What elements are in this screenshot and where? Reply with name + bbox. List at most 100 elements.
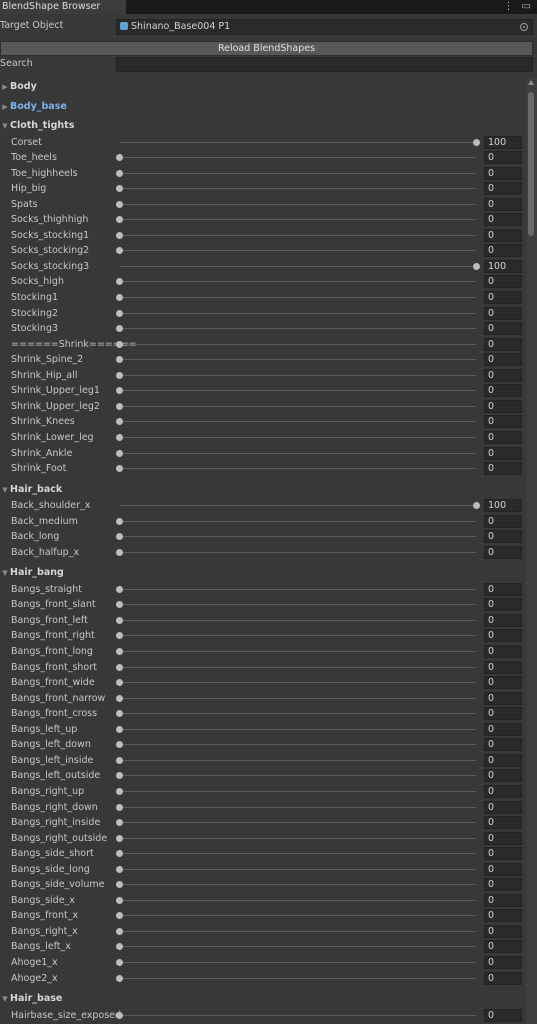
slider-track[interactable] — [120, 265, 476, 267]
caret-right-icon[interactable]: ▶ — [0, 80, 10, 95]
slider-track[interactable] — [120, 505, 476, 507]
slider-knob[interactable] — [116, 371, 123, 379]
slider-knob[interactable] — [116, 402, 123, 410]
slider-track[interactable] — [120, 536, 476, 538]
value-field[interactable]: 100 — [484, 135, 522, 149]
slider-track[interactable] — [120, 759, 476, 761]
window-tab[interactable]: BlendShape Browser — [0, 0, 126, 14]
scroll-up-icon[interactable] — [528, 80, 534, 85]
value-field[interactable]: 0 — [484, 816, 522, 830]
value-field[interactable]: 0 — [484, 151, 522, 165]
value-field[interactable]: 0 — [484, 384, 522, 398]
slider-track[interactable] — [120, 697, 476, 699]
slider-knob[interactable] — [116, 294, 123, 301]
value-field[interactable]: 0 — [484, 213, 522, 227]
value-field[interactable]: 0 — [484, 722, 522, 736]
value-field[interactable]: 0 — [484, 645, 522, 658]
value-field[interactable]: 0 — [484, 971, 522, 985]
slider-track[interactable] — [120, 421, 476, 423]
caret-down-icon[interactable]: ▼ — [0, 992, 10, 1007]
value-field[interactable]: 100 — [484, 259, 522, 273]
slider-track[interactable] — [120, 312, 476, 314]
value-field[interactable]: 0 — [484, 956, 522, 969]
value-field[interactable]: 0 — [484, 337, 522, 351]
slider-knob[interactable] — [116, 710, 123, 718]
value-field[interactable]: 0 — [484, 660, 522, 674]
slider-knob[interactable] — [116, 449, 123, 457]
value-field[interactable]: 0 — [484, 582, 522, 596]
slider-track[interactable] — [120, 651, 476, 652]
slider-knob[interactable] — [116, 959, 123, 966]
slider-knob[interactable] — [116, 741, 123, 749]
value-field[interactable]: 0 — [484, 753, 522, 767]
slider-track[interactable] — [120, 946, 476, 948]
slider-knob[interactable] — [473, 262, 480, 270]
value-field[interactable]: 0 — [484, 940, 522, 954]
value-field[interactable]: 0 — [484, 598, 522, 612]
slider-track[interactable] — [120, 977, 476, 979]
slider-knob[interactable] — [116, 819, 123, 827]
value-field[interactable]: 0 — [484, 769, 522, 783]
value-field[interactable]: 0 — [484, 291, 522, 304]
slider-track[interactable] — [120, 930, 476, 932]
slider-knob[interactable] — [116, 881, 123, 889]
value-field[interactable]: 0 — [484, 545, 522, 559]
value-field[interactable]: 0 — [484, 847, 522, 861]
value-field[interactable]: 0 — [484, 322, 522, 336]
slider-knob[interactable] — [116, 648, 123, 655]
group-header[interactable]: ▼ Hair_base — [0, 991, 62, 1006]
slider-knob[interactable] — [116, 834, 123, 842]
slider-track[interactable] — [120, 806, 476, 808]
slider-track[interactable] — [120, 250, 476, 252]
value-field[interactable]: 0 — [484, 924, 522, 938]
slider-knob[interactable] — [116, 974, 123, 982]
value-field[interactable]: 0 — [484, 244, 522, 258]
caret-down-icon[interactable]: ▼ — [0, 483, 10, 498]
value-field[interactable]: 0 — [484, 228, 522, 242]
search-input[interactable] — [116, 57, 533, 72]
slider-knob[interactable] — [116, 387, 123, 395]
value-field[interactable]: 0 — [484, 462, 522, 476]
value-field[interactable]: 0 — [484, 738, 522, 752]
slider-knob[interactable] — [116, 912, 123, 920]
slider-track[interactable] — [120, 219, 476, 221]
slider-knob[interactable] — [116, 418, 123, 426]
slider-knob[interactable] — [116, 356, 123, 364]
slider-knob[interactable] — [116, 278, 123, 286]
value-field[interactable]: 0 — [484, 182, 522, 196]
slider-knob[interactable] — [116, 943, 123, 951]
slider-track[interactable] — [120, 141, 476, 143]
slider-track[interactable] — [120, 713, 476, 715]
slider-track[interactable] — [120, 234, 476, 236]
slider-knob[interactable] — [116, 601, 123, 609]
slider-track[interactable] — [120, 604, 476, 606]
slider-knob[interactable] — [473, 138, 480, 146]
slider-knob[interactable] — [116, 865, 123, 873]
slider-track[interactable] — [120, 297, 476, 298]
slider-track[interactable] — [120, 405, 476, 407]
slider-knob[interactable] — [116, 1011, 123, 1019]
slider-track[interactable] — [120, 157, 476, 159]
slider-knob[interactable] — [116, 850, 123, 858]
caret-down-icon[interactable]: ▼ — [0, 566, 10, 581]
value-field[interactable]: 0 — [484, 676, 522, 690]
caret-down-icon[interactable]: ▼ — [0, 119, 10, 134]
slider-track[interactable] — [120, 343, 476, 345]
kebab-icon[interactable]: ⋮ — [504, 1, 514, 12]
slider-knob[interactable] — [116, 169, 123, 177]
group-header[interactable]: ▼ Hair_back — [0, 482, 62, 497]
value-field[interactable]: 0 — [484, 878, 522, 892]
value-field[interactable]: 0 — [484, 368, 522, 382]
slider-knob[interactable] — [116, 787, 123, 795]
slider-knob[interactable] — [116, 309, 123, 317]
value-field[interactable]: 100 — [484, 499, 522, 513]
caret-right-icon[interactable]: ▶ — [0, 100, 10, 115]
value-field[interactable]: 0 — [484, 691, 522, 705]
slider-knob[interactable] — [116, 325, 123, 333]
slider-knob[interactable] — [116, 896, 123, 904]
slider-track[interactable] — [120, 328, 476, 330]
value-field[interactable]: 0 — [484, 800, 522, 814]
slider-knob[interactable] — [116, 927, 123, 935]
slider-track[interactable] — [120, 359, 476, 361]
value-field[interactable]: 0 — [484, 275, 522, 289]
